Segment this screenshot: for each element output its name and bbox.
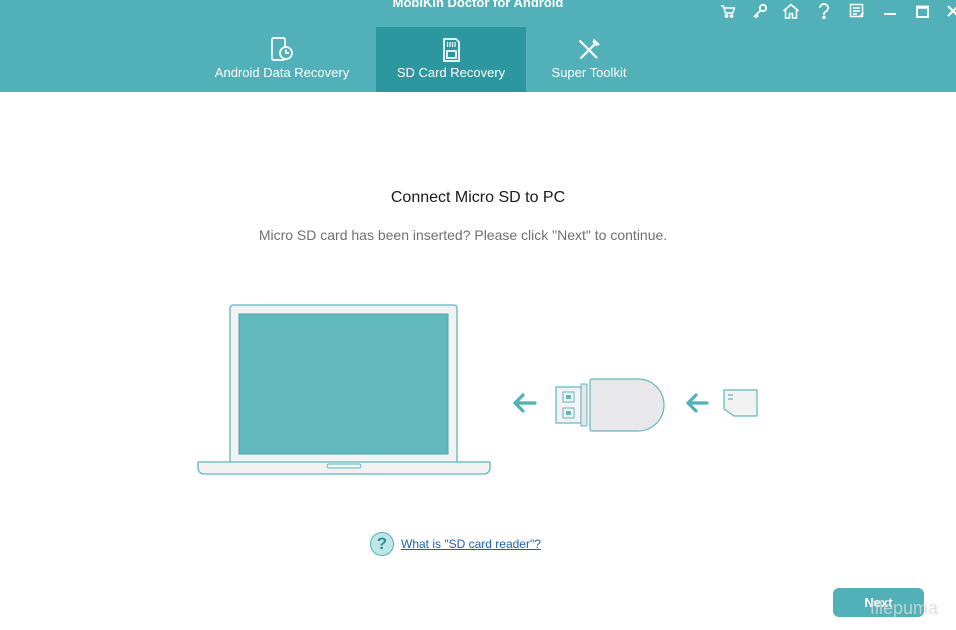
- laptop-icon: [197, 304, 491, 475]
- micro-sd-card-icon: [723, 389, 758, 417]
- sd-card-reader-help-link[interactable]: What is "SD card reader"?: [401, 537, 541, 551]
- watermark: filepuma: [870, 598, 939, 618]
- arrow-left-icon: [686, 393, 709, 413]
- arrow-left-icon: [513, 393, 537, 413]
- help-row: ? What is "SD card reader"?: [370, 530, 541, 558]
- app-window: MobiKin Doctor for Android Android Data …: [0, 0, 956, 630]
- card-reader-icon: [555, 378, 665, 432]
- question-icon[interactable]: ?: [370, 532, 394, 556]
